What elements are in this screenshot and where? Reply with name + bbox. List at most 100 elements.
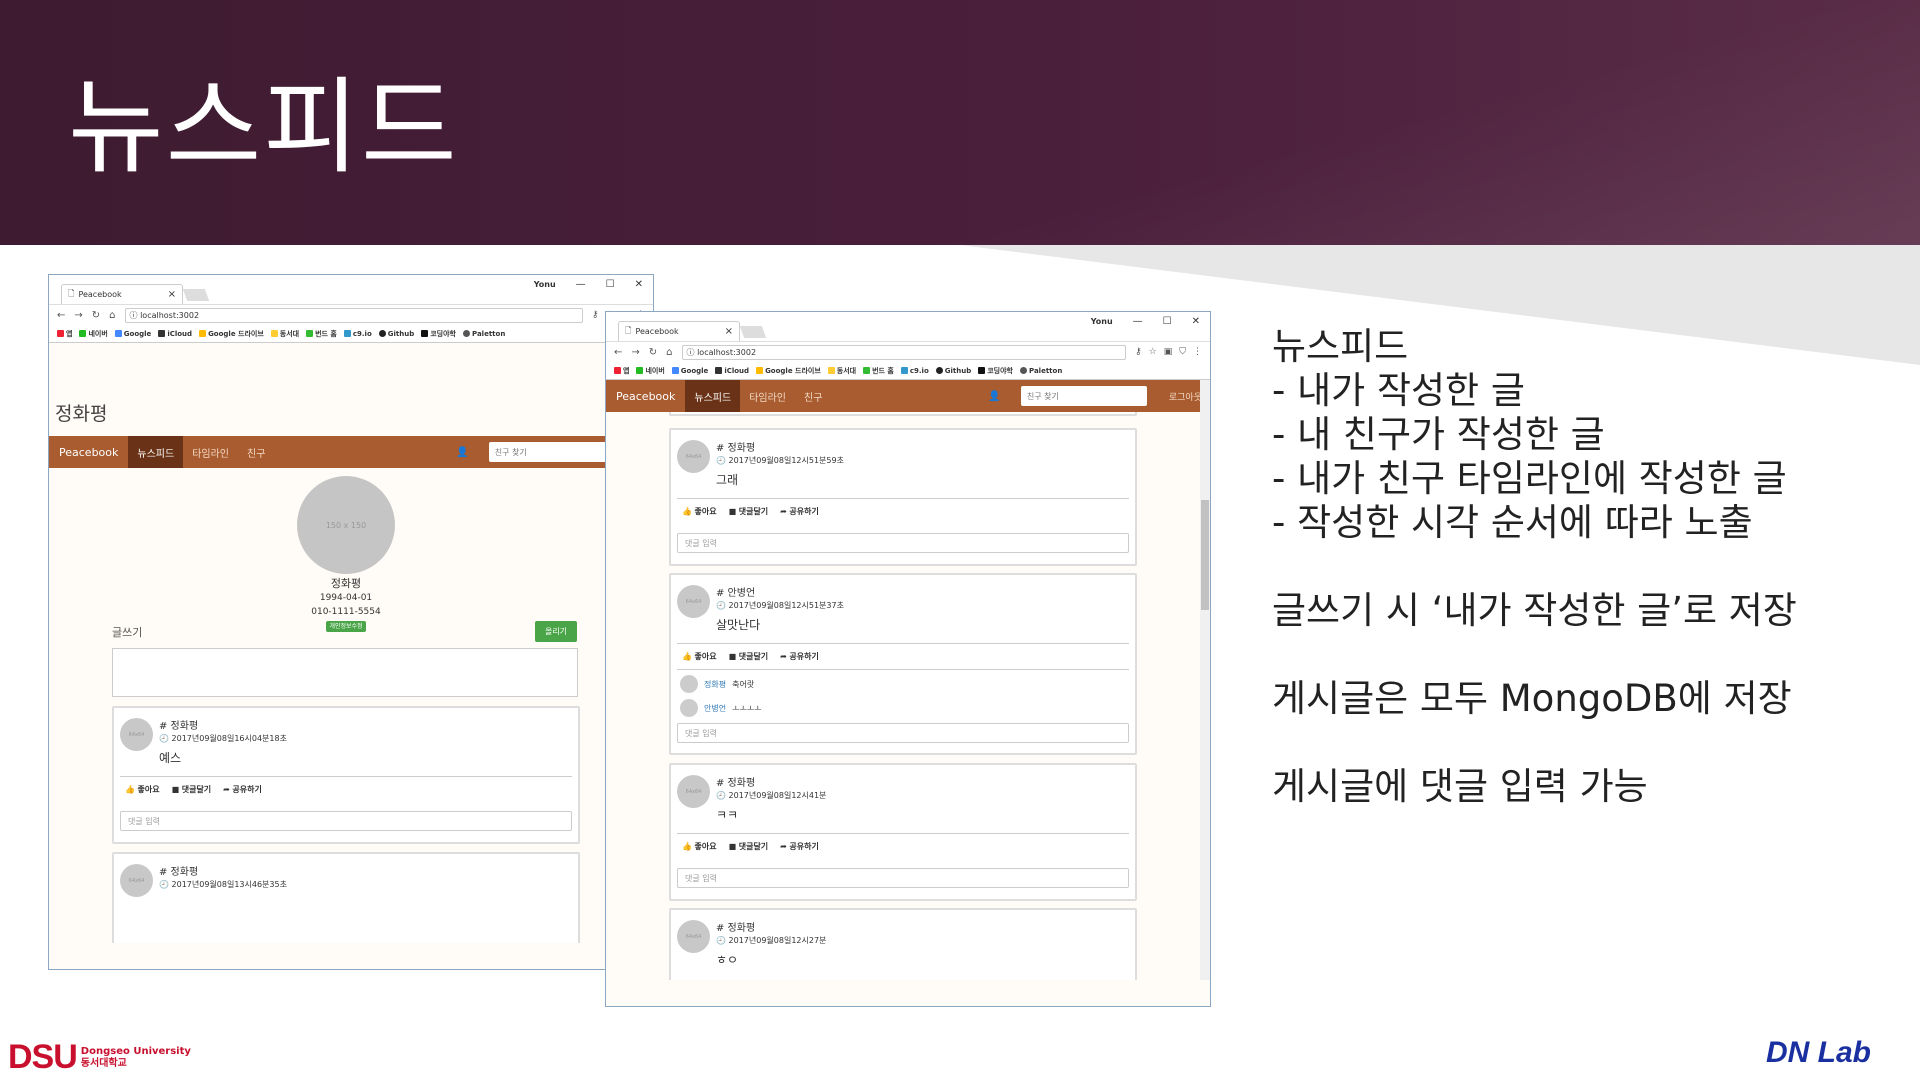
bookmark-apps[interactable]: 앱: [57, 329, 72, 339]
back-icon[interactable]: ←: [614, 347, 622, 358]
bookmark-naver[interactable]: 네이버: [636, 366, 665, 376]
browser-window-newsfeed: 🗋 Peacebook × Yonu — ☐ ✕ ← → ↻ ⌂ ⓘ local…: [605, 311, 1211, 1007]
nav-newsfeed[interactable]: 뉴스피드: [128, 436, 184, 468]
user-icon[interactable]: 👤: [988, 391, 1000, 402]
bookmark-naver[interactable]: 네이버: [79, 329, 108, 339]
key-icon[interactable]: ⚷: [592, 310, 599, 320]
author-avatar: 64x64: [677, 585, 710, 618]
comment-author[interactable]: 안병언: [704, 703, 726, 714]
scrollbar[interactable]: [1200, 380, 1210, 980]
post-author[interactable]: # 안병언: [716, 584, 755, 599]
comment-author[interactable]: 정화평: [704, 679, 726, 690]
bookmark-codingyahak[interactable]: 코딩야학: [421, 329, 456, 339]
profile-badge[interactable]: Yonu: [534, 280, 556, 289]
new-tab-button[interactable]: [182, 289, 210, 301]
reload-icon[interactable]: ↻: [649, 347, 657, 358]
nav-friends[interactable]: 친구: [795, 389, 831, 404]
post-body: ㅋㅋ: [716, 808, 739, 822]
comment-button[interactable]: ■ 댓글달기: [729, 651, 769, 662]
star-icon[interactable]: ☆: [1149, 347, 1157, 357]
like-button[interactable]: 👍 좋아요: [682, 651, 717, 662]
minimize-icon[interactable]: —: [1133, 316, 1143, 327]
back-icon[interactable]: ←: [57, 310, 65, 321]
post-button[interactable]: 올리기: [535, 621, 577, 642]
forward-icon[interactable]: →: [74, 310, 82, 321]
share-button[interactable]: ➦ 공유하기: [223, 784, 262, 795]
key-icon[interactable]: ⚷: [1135, 347, 1142, 357]
home-icon[interactable]: ⌂: [666, 347, 672, 358]
comment-text: 축어랏: [732, 679, 755, 689]
close-window-icon[interactable]: ✕: [1192, 316, 1200, 327]
comment-input[interactable]: 댓글 입력: [677, 533, 1129, 553]
bookmark-paletton[interactable]: Paletton: [463, 330, 505, 338]
bookmark-icloud[interactable]: iCloud: [158, 330, 192, 338]
bookmark-band[interactable]: 번드 홈: [306, 329, 337, 339]
share-button[interactable]: ➦ 공유하기: [780, 841, 819, 852]
comment-input[interactable]: 댓글 입력: [120, 811, 572, 831]
bookmark-drive[interactable]: Google 드라이브: [756, 366, 821, 376]
close-tab-icon[interactable]: ×: [168, 289, 176, 300]
bookmark-c9[interactable]: c9.io: [900, 367, 929, 375]
comment-input[interactable]: 댓글 입력: [677, 868, 1129, 888]
reload-icon[interactable]: ↻: [92, 310, 100, 321]
maximize-icon[interactable]: ☐: [606, 279, 615, 290]
like-button[interactable]: 👍 좋아요: [125, 784, 160, 795]
edit-profile-button[interactable]: 개인정보수정: [326, 621, 366, 632]
comment-button[interactable]: ■ 댓글달기: [172, 784, 212, 795]
share-button[interactable]: ➦ 공유하기: [780, 651, 819, 662]
url-input[interactable]: ⓘ localhost:3002: [124, 307, 583, 323]
write-textarea[interactable]: [112, 648, 578, 697]
profile-avatar: 150 x 150: [297, 476, 395, 574]
bookmark-google[interactable]: Google: [671, 367, 708, 375]
bookmark-band[interactable]: 번드 홈: [863, 366, 894, 376]
brand-link[interactable]: Peacebook: [49, 446, 128, 459]
extension-icon[interactable]: ▣: [1164, 347, 1173, 357]
friend-search-input[interactable]: [488, 442, 615, 462]
menu-icon[interactable]: ⋮: [1193, 347, 1202, 357]
bookmark-dongseo[interactable]: 동서대: [827, 366, 856, 376]
bookmark-dongseo[interactable]: 동서대: [270, 329, 299, 339]
post-author[interactable]: # 정화평: [716, 919, 755, 934]
friend-search-input[interactable]: [1020, 386, 1147, 406]
comment-button[interactable]: ■ 댓글달기: [729, 506, 769, 517]
post-author[interactable]: # 정화평: [159, 717, 198, 732]
maximize-icon[interactable]: ☐: [1163, 316, 1172, 327]
nav-friends[interactable]: 친구: [238, 445, 274, 460]
close-tab-icon[interactable]: ×: [725, 326, 733, 337]
user-icon[interactable]: 👤: [456, 447, 468, 458]
bookmark-github[interactable]: Github: [378, 330, 414, 338]
scrollbar-thumb[interactable]: [1201, 500, 1209, 610]
bookmark-google[interactable]: Google: [114, 330, 151, 338]
shield-icon[interactable]: ⛉: [1179, 347, 1186, 357]
nav-newsfeed[interactable]: 뉴스피드: [685, 380, 741, 412]
like-button[interactable]: 👍 좋아요: [682, 841, 717, 852]
bookmark-icloud[interactable]: iCloud: [715, 367, 749, 375]
post-author[interactable]: # 정화평: [159, 863, 198, 878]
post-author[interactable]: # 정화평: [716, 439, 755, 454]
share-button[interactable]: ➦ 공유하기: [780, 506, 819, 517]
close-window-icon[interactable]: ✕: [635, 279, 643, 290]
new-tab-button[interactable]: [739, 326, 767, 338]
bookmark-c9[interactable]: c9.io: [343, 330, 372, 338]
like-button[interactable]: 👍 좋아요: [682, 506, 717, 517]
forward-icon[interactable]: →: [631, 347, 639, 358]
comment-button[interactable]: ■ 댓글달기: [729, 841, 769, 852]
browser-tab[interactable]: 🗋 Peacebook ×: [618, 321, 740, 341]
comment-row: 안병언 ㅗㅗㅗㅗ: [680, 699, 762, 717]
post-time: 🕘 2017년09월08일16시04분18초: [159, 734, 287, 743]
bookmark-drive[interactable]: Google 드라이브: [199, 329, 264, 339]
minimize-icon[interactable]: —: [576, 279, 586, 290]
nav-timeline[interactable]: 타임라인: [183, 445, 238, 460]
bookmark-github[interactable]: Github: [935, 367, 971, 375]
brand-link[interactable]: Peacebook: [606, 390, 685, 403]
bookmark-apps[interactable]: 앱: [614, 366, 629, 376]
bookmark-codingyahak[interactable]: 코딩야학: [978, 366, 1013, 376]
post-author[interactable]: # 정화평: [716, 774, 755, 789]
url-input[interactable]: ⓘ localhost:3002: [681, 344, 1127, 360]
nav-timeline[interactable]: 타임라인: [740, 389, 795, 404]
bookmark-paletton[interactable]: Paletton: [1020, 367, 1062, 375]
browser-tab[interactable]: 🗋 Peacebook ×: [61, 284, 183, 304]
comment-input[interactable]: 댓글 입력: [677, 723, 1129, 743]
home-icon[interactable]: ⌂: [109, 310, 115, 321]
profile-badge[interactable]: Yonu: [1091, 317, 1113, 326]
